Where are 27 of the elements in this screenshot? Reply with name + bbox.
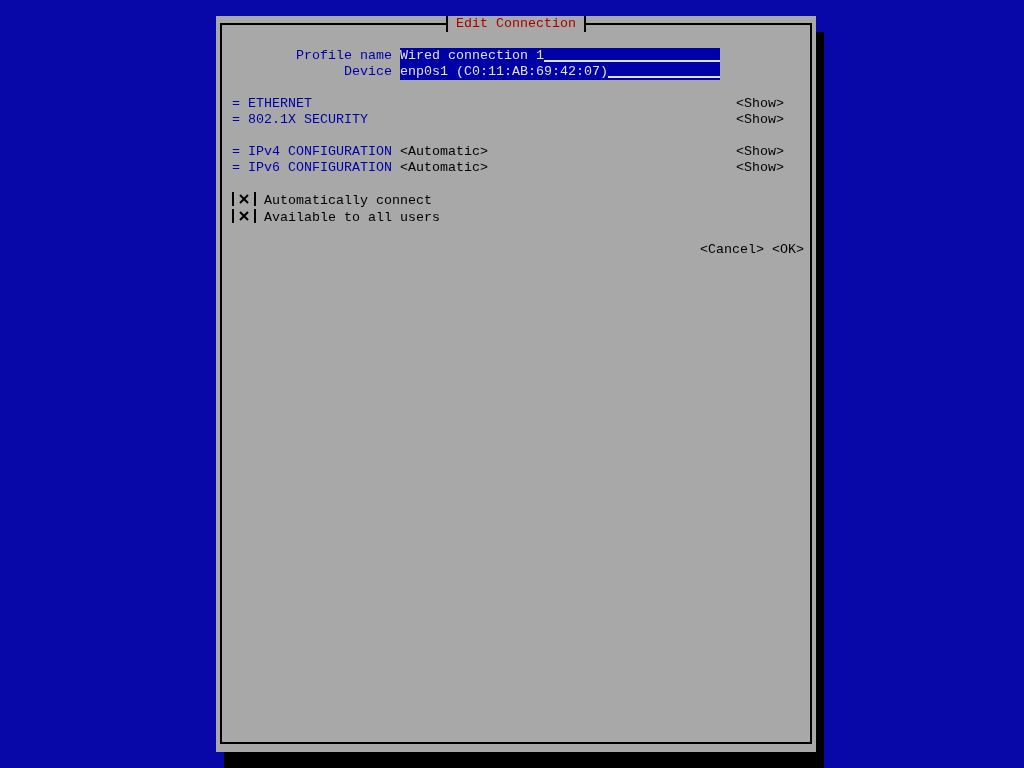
section-heading: IPv6 CONFIGURATION — [248, 160, 392, 176]
checkbox[interactable] — [232, 192, 256, 206]
checkbox-label: Available to all users — [264, 210, 440, 225]
field-label: Profile name — [295, 48, 393, 64]
show-button[interactable]: <Show> — [736, 144, 784, 160]
show-button[interactable]: <Show> — [736, 160, 784, 176]
dialog-title: Edit Connection — [446, 16, 586, 32]
input-field[interactable]: enp0s1 (C0:11:AB:69:42:07) — [400, 64, 720, 80]
dialog-button[interactable]: <Cancel> — [700, 242, 764, 258]
checkbox-label: Automatically connect — [264, 193, 432, 208]
show-button[interactable]: <Show> — [736, 112, 784, 128]
section-marker: = — [232, 112, 240, 128]
field-label: Device — [343, 64, 393, 80]
section-marker: = — [232, 96, 240, 112]
checkbox[interactable] — [232, 209, 256, 223]
section-heading: 802.1X SECURITY — [248, 112, 368, 128]
input-field[interactable]: Wired connection 1 — [400, 48, 720, 64]
section-heading: IPv4 CONFIGURATION — [248, 144, 392, 160]
check-mark-icon — [239, 211, 249, 221]
dialog-button[interactable]: <OK> — [772, 242, 804, 258]
mode-dropdown[interactable]: <Automatic> — [399, 160, 488, 176]
section-marker: = — [232, 160, 240, 176]
section-heading: ETHERNET — [248, 96, 312, 112]
show-button[interactable]: <Show> — [736, 96, 784, 112]
mode-dropdown[interactable]: <Automatic> — [399, 144, 488, 160]
section-marker: = — [232, 144, 240, 160]
check-mark-icon — [239, 194, 249, 204]
